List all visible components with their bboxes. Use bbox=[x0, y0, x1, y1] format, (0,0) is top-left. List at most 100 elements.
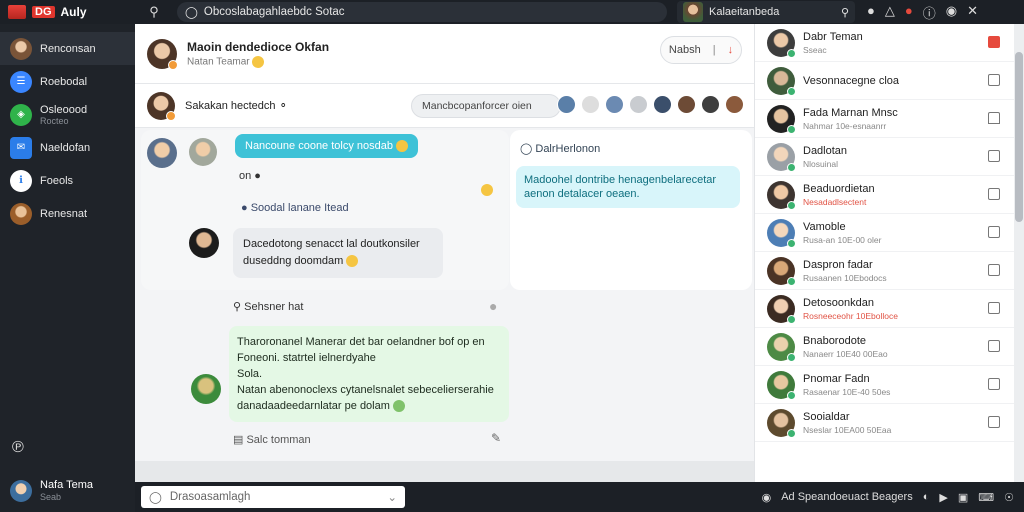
avatar[interactable] bbox=[189, 228, 219, 258]
avatar bbox=[767, 104, 796, 134]
keyboard-icon[interactable]: ⌨ bbox=[978, 491, 994, 504]
square-icon[interactable] bbox=[988, 378, 1000, 390]
contact-name: Dabr Teman bbox=[803, 30, 863, 43]
composer-area[interactable] bbox=[135, 461, 754, 482]
chevron-down-icon[interactable]: ⌄ bbox=[387, 490, 397, 504]
sidebar-item-0[interactable]: Renconsan bbox=[0, 32, 135, 65]
help-icon[interactable]: ⓘ bbox=[923, 3, 936, 22]
message-bubble[interactable]: Nancoune coone tolcy nosdab bbox=[235, 134, 419, 159]
avatar bbox=[767, 218, 796, 248]
square-icon[interactable] bbox=[988, 74, 1000, 86]
header-button[interactable]: Nabsh | ↓ bbox=[660, 36, 742, 64]
app-name: Auly bbox=[60, 5, 87, 19]
emoji-icon bbox=[252, 55, 265, 68]
chat-main: Maoin dendedioce Okfan Natan Teamar Nabs… bbox=[135, 24, 754, 482]
avatar[interactable] bbox=[725, 95, 744, 114]
layout-icon[interactable]: ▣ bbox=[958, 491, 968, 504]
bookmark-icon[interactable] bbox=[988, 112, 1000, 124]
square-icon[interactable] bbox=[988, 150, 1000, 162]
message-bubble[interactable]: Madoohel dontribe henagenbelarecetar aen… bbox=[516, 166, 740, 208]
avatar[interactable] bbox=[701, 95, 720, 114]
sidebar-item-label: Naeldofan bbox=[40, 141, 91, 154]
list-item[interactable]: Vesonnacegne cloa bbox=[755, 62, 1014, 100]
contact-name: Beaduordietan bbox=[803, 182, 875, 195]
square-icon[interactable] bbox=[988, 264, 1000, 276]
alert-icon[interactable]: ● bbox=[905, 3, 913, 22]
list-item[interactable]: Fada Marnan Mnsc Nahmar 10e-esnaanrr bbox=[755, 100, 1014, 138]
footer-action[interactable]: ▤ Salc tomman bbox=[233, 433, 311, 446]
chat-subheader: Sakakan hectedch ⚬ Mancbcopanforcer oien bbox=[135, 84, 754, 128]
settings-icon[interactable]: ◉ bbox=[946, 3, 957, 22]
play-icon[interactable]: ▶ bbox=[939, 491, 947, 504]
brand[interactable]: DG Auly bbox=[0, 5, 135, 19]
list-item[interactable]: Daspron fadar Rusaanen 10Ebodocs bbox=[755, 252, 1014, 290]
bell-icon[interactable]: △ bbox=[885, 3, 895, 22]
sidebar-item-5[interactable]: Renesnat bbox=[0, 197, 135, 230]
sidebar-item-1[interactable]: ☰ Roebodal bbox=[0, 65, 135, 98]
avatar[interactable] bbox=[605, 95, 624, 114]
scrollbar-thumb[interactable] bbox=[1015, 52, 1023, 222]
avatar[interactable] bbox=[147, 38, 178, 70]
bookmark-icon[interactable] bbox=[988, 188, 1000, 200]
avatar[interactable] bbox=[189, 138, 217, 166]
participants-pill-label: Mancbcopanforcer oien bbox=[422, 100, 532, 112]
contact-sub: Rasaenar 10E-40 50es bbox=[803, 386, 891, 397]
globe-icon[interactable]: ☉ bbox=[1004, 491, 1014, 504]
avatar bbox=[767, 370, 796, 400]
contact-sub: Nahmar 10e-esnaanrr bbox=[803, 120, 887, 131]
avatar[interactable] bbox=[677, 95, 696, 114]
bookmark-icon[interactable] bbox=[988, 340, 1000, 352]
list-item[interactable]: Bnaborodote Nanaerr 10E40 00Eao bbox=[755, 328, 1014, 366]
sidebar-user[interactable]: Nafa Tema Seab bbox=[10, 479, 93, 503]
list-item[interactable]: Pnomar Fadn Rasaenar 10E-40 50es bbox=[755, 366, 1014, 404]
flag-icon[interactable] bbox=[988, 36, 1000, 48]
thread-search[interactable]: ⚲ Sehsner hat bbox=[233, 300, 303, 313]
square-icon[interactable] bbox=[988, 302, 1000, 314]
contact-sub: Nlosuinal bbox=[803, 158, 838, 169]
help-icon[interactable]: ℗ bbox=[12, 439, 24, 457]
avatar[interactable] bbox=[147, 138, 177, 168]
settings-icon[interactable] bbox=[581, 95, 600, 114]
list-item[interactable]: Sooialdar Nseslar 10EA00 50Eaa bbox=[755, 404, 1014, 442]
edit-icon[interactable]: ✎ bbox=[491, 431, 501, 445]
sidebar-item-label: Renesnat bbox=[40, 207, 88, 220]
avatar[interactable] bbox=[191, 374, 221, 404]
participants-pill[interactable]: Mancbcopanforcer oien bbox=[411, 94, 561, 118]
list-item[interactable]: Detosoonkdan Rosneeceohr 10Ebolloce bbox=[755, 290, 1014, 328]
avatar[interactable] bbox=[147, 91, 176, 121]
divider-icon: | bbox=[712, 44, 716, 56]
list-item[interactable]: Beaduordietan Nesadadlsectent bbox=[755, 176, 1014, 214]
subheader-title: Sakakan hectedch ⚬ bbox=[185, 100, 288, 112]
bookmark-icon[interactable] bbox=[988, 226, 1000, 238]
contact-sub: Rosneeceohr 10Ebolloce bbox=[803, 310, 898, 321]
sidebar-item-4[interactable]: ℹ Foeols bbox=[0, 164, 135, 197]
bottom-search-value: Drasoasamlagh bbox=[169, 491, 251, 503]
notification-icon[interactable]: ● bbox=[867, 3, 875, 22]
top-search-input[interactable]: ◯ Obcoslabagahlaebdc Sotac bbox=[177, 2, 667, 22]
search-icon: ◯ bbox=[185, 7, 198, 19]
avatar[interactable] bbox=[557, 95, 576, 114]
emoji-icon bbox=[392, 400, 405, 413]
list-item[interactable]: Vamoble Rusa-an 10E-00 oler bbox=[755, 214, 1014, 252]
search-icon[interactable]: ⚲ bbox=[841, 6, 849, 19]
search-icon[interactable]: ⚲ bbox=[141, 4, 167, 20]
sync-icon[interactable]: ◐ bbox=[923, 491, 930, 503]
scrollbar[interactable] bbox=[1014, 24, 1024, 482]
contact-sub: Rusaanen 10Ebodocs bbox=[803, 272, 887, 283]
list-item[interactable]: Dabr Teman Sseac bbox=[755, 24, 1014, 62]
close-icon[interactable]: ✕ bbox=[967, 3, 978, 22]
sidebar-item-label: Renconsan bbox=[40, 42, 96, 55]
message-mention[interactable]: ● Soodal lanane Itead bbox=[241, 202, 349, 214]
contact-name: Detosoonkdan bbox=[803, 296, 874, 309]
avatar[interactable] bbox=[629, 95, 648, 114]
top-user-menu[interactable]: Kalaeitanbeda ⚲ bbox=[677, 1, 855, 23]
message-bubble-green[interactable]: Tharoronanel Manerar det bar oelandner b… bbox=[229, 326, 509, 422]
avatar[interactable] bbox=[653, 95, 672, 114]
message-bubble[interactable]: Dacedotong senacct lal doutkonsiler duse… bbox=[233, 228, 443, 278]
sidebar-item-2[interactable]: ◈ Osleoood Rocteo bbox=[0, 98, 135, 131]
bottom-search-input[interactable]: ◯ Drasoasamlagh ⌄ bbox=[141, 486, 405, 508]
square-icon[interactable] bbox=[988, 416, 1000, 428]
list-item[interactable]: Dadlotan Nlosuinal bbox=[755, 138, 1014, 176]
sidebar-item-3[interactable]: ✉ Naeldofan bbox=[0, 131, 135, 164]
chat-bubble-icon[interactable]: ● bbox=[489, 298, 497, 314]
